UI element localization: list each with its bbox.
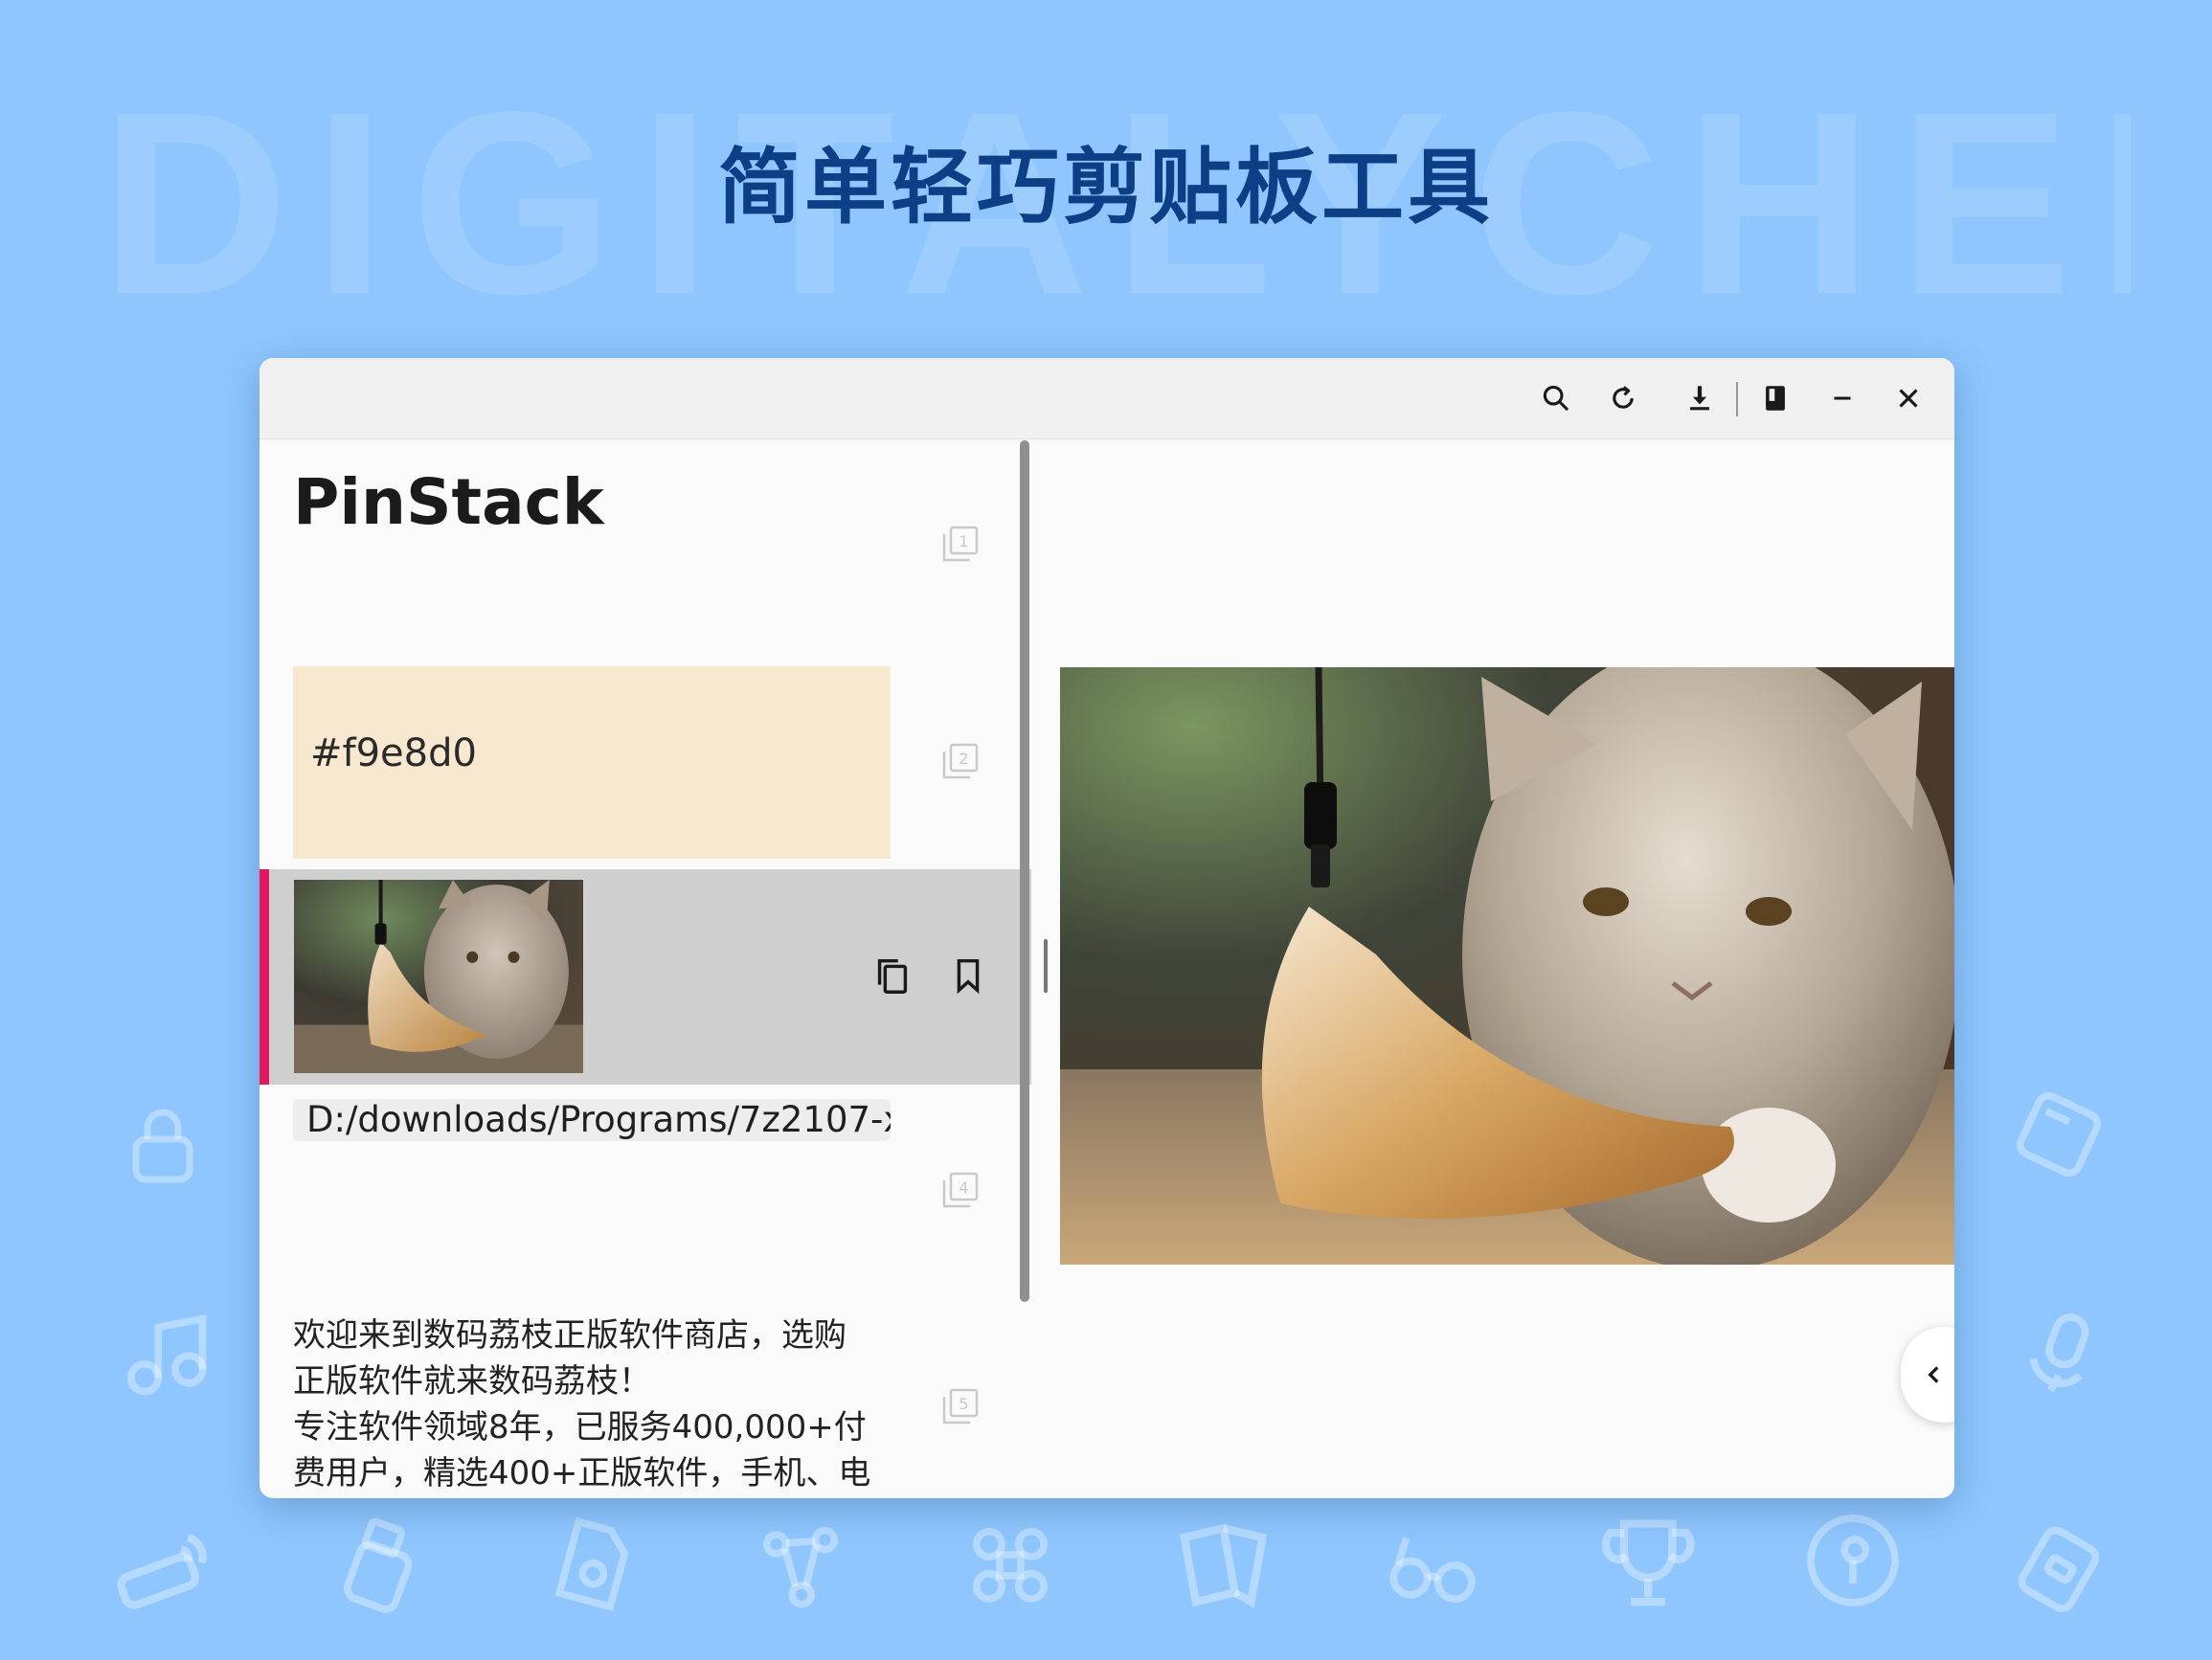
pinstack-window: PinStack 1 #f9e8d0 2 D:/downloads/Progra… xyxy=(260,358,1954,1498)
router-icon xyxy=(105,1503,220,1618)
music-icon xyxy=(113,1302,218,1407)
text-snippet-item[interactable]: 欢迎来到数码荔枝正版软件商店，选购 正版软件就来数码荔枝！ 专注软件领域8年，已… xyxy=(293,1312,906,1498)
pane-splitter-handle[interactable] xyxy=(1044,939,1048,993)
document-lock-icon xyxy=(536,1513,642,1618)
cat-image-thumbnail xyxy=(294,880,583,1073)
app-title: PinStack xyxy=(293,465,604,539)
file-path-text: D:/downloads/Programs/7z2107-x6 xyxy=(306,1099,891,1140)
minimize-icon xyxy=(1834,396,1851,400)
item-index-5-icon: 5 xyxy=(940,1386,981,1426)
color-swatch-item[interactable]: #f9e8d0 xyxy=(293,666,891,859)
minimize-button[interactable] xyxy=(1821,377,1863,419)
text-line: 正版软件就来数码荔枝！ xyxy=(293,1362,651,1401)
usb-drive-icon xyxy=(326,1513,431,1618)
title-bar xyxy=(260,358,1954,439)
list-scrollbar[interactable] xyxy=(1020,440,1029,1302)
search-icon xyxy=(1543,385,1569,412)
download-button[interactable] xyxy=(1679,377,1721,419)
collapse-panel-button[interactable] xyxy=(1901,1327,1954,1423)
tag-icon xyxy=(2006,1513,2111,1618)
refresh-icon xyxy=(1613,386,1634,409)
bookmark-icon xyxy=(957,958,980,995)
search-button[interactable] xyxy=(1535,377,1577,419)
file-path-item[interactable]: D:/downloads/Programs/7z2107-x6 xyxy=(293,1099,891,1141)
toolbar-separator xyxy=(1736,382,1738,416)
svg-text:4: 4 xyxy=(959,1178,968,1197)
refresh-button[interactable] xyxy=(1602,377,1644,419)
book-button[interactable] xyxy=(1754,377,1796,419)
svg-text:5: 5 xyxy=(959,1395,968,1413)
promo-headline: 简单轻巧剪贴板工具 xyxy=(718,140,1494,236)
item-index-2-icon: 2 xyxy=(940,741,981,781)
text-line: 费用户，精选400+正版软件，手机、电 xyxy=(293,1454,871,1492)
close-icon xyxy=(1899,389,1918,408)
key-circle-icon xyxy=(1800,1508,1906,1613)
book-icon xyxy=(1766,386,1785,411)
download-icon xyxy=(1690,386,1709,411)
microphone-icon xyxy=(2006,1302,2111,1407)
svg-text:1: 1 xyxy=(959,532,968,550)
lock-icon xyxy=(115,1096,211,1192)
command-icon xyxy=(958,1513,1063,1618)
close-button[interactable] xyxy=(1887,377,1930,419)
disk-icon xyxy=(2006,1082,2111,1187)
selected-image-item[interactable] xyxy=(260,869,1031,1085)
selection-accent-bar xyxy=(260,869,269,1085)
copy-icon xyxy=(877,958,908,994)
bookmark-button[interactable] xyxy=(946,953,990,998)
color-hex-label: #f9e8d0 xyxy=(310,731,477,775)
text-line: 欢迎来到数码荔枝正版软件商店，选购 xyxy=(293,1316,846,1355)
trophy-icon xyxy=(1590,1503,1704,1618)
svg-text:2: 2 xyxy=(959,750,968,768)
text-line: 专注软件领域8年，已服务400,000+付 xyxy=(293,1408,867,1447)
network-icon xyxy=(747,1513,852,1618)
image-preview xyxy=(1060,667,1954,1265)
chevron-left-icon xyxy=(1928,1366,1939,1383)
copy-button[interactable] xyxy=(870,953,914,998)
glasses-icon xyxy=(1379,1513,1484,1618)
book-outline-icon xyxy=(1168,1503,1283,1618)
item-index-4-icon: 4 xyxy=(940,1170,981,1210)
item-index-1-icon: 1 xyxy=(940,524,981,564)
